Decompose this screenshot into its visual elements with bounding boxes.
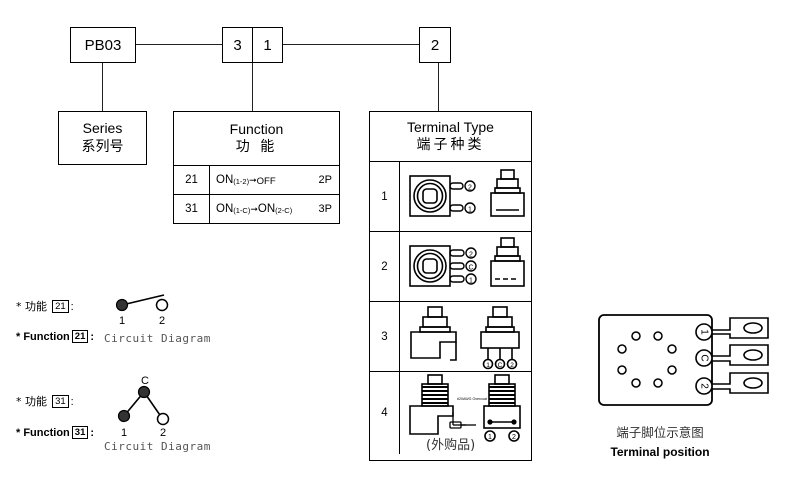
terminal-row-illustration: 2 C 1	[400, 232, 531, 301]
function-row-on-b: ON	[257, 203, 276, 215]
terminal-row-code: 1	[370, 162, 400, 231]
connector-function-to-terminal	[283, 44, 419, 46]
function-row-code: 31	[174, 195, 210, 223]
circuit-note-21-cn: * 功能 21:	[16, 298, 74, 314]
circuit-note-21-en-prefix: * Function	[16, 331, 70, 343]
circuit-note-31-en-prefix: * Function	[16, 427, 70, 439]
series-label-en: Series	[82, 120, 123, 136]
circuit-note-31-colon: :	[70, 396, 74, 408]
common-contact-label: C	[141, 375, 149, 387]
function-row-poles: 2P	[318, 174, 332, 186]
drop-line-series	[102, 63, 104, 111]
function-code-digit-1-value: 3	[233, 36, 242, 54]
function-code-digit-1: 3	[222, 27, 253, 63]
pin-label: 1	[486, 362, 490, 369]
function-table: Function 功 能 21 ON(1-2)➞OFF 2P 31 ON(1-C…	[173, 111, 340, 224]
pin-label: 1	[468, 207, 472, 214]
circuit-note-21-cn-prefix: * 功能	[16, 300, 47, 313]
function-row-on-a: ON	[216, 173, 234, 186]
terminal-position-caption-cn: 端子脚位示意图	[616, 425, 704, 440]
arrow-icon: ➞	[250, 204, 258, 214]
pin-label: C	[498, 362, 503, 369]
function-header-cn: 功 能	[235, 138, 278, 155]
circuit-note-31-en: * Function 31:	[16, 426, 94, 439]
table-row: 1 2 1	[370, 162, 531, 232]
function-code-digit-2: 1	[252, 27, 283, 63]
terminal-row-code: 3	[370, 302, 400, 371]
arrow-icon: ➞	[249, 174, 257, 185]
terminal-row-illustration: 1 C 2	[400, 302, 531, 371]
terminal-position-caption: 端子脚位示意图 Terminal position	[600, 422, 720, 459]
contact-label: 2	[159, 315, 165, 327]
terminal-header-en: Terminal Type	[407, 118, 494, 135]
function-row-on-a: ON	[216, 203, 234, 215]
terminal-position-caption-en: Terminal position	[610, 445, 710, 459]
circuit-note-31-colon-en: :	[90, 427, 95, 439]
circuit-diagram-31: C 1 2	[104, 372, 199, 444]
function-row-poles: 3P	[318, 203, 332, 215]
blade-label: 2	[699, 383, 710, 389]
table-row: 4 #20AWG Overcoat 1 2 (外购品)	[370, 372, 531, 454]
pin-label: 1	[488, 434, 492, 441]
function-header-en: Function	[229, 120, 284, 137]
circuit-caption-21: Circuit Diagram	[104, 332, 211, 345]
circuit-note-21-colon-en: :	[90, 331, 95, 343]
blade-label: 1	[699, 329, 710, 335]
terminal-header-cn: 端子种类	[416, 136, 485, 153]
circuit-note-31-cn: * 功能 31:	[16, 393, 74, 409]
terminal-code-box: 2	[419, 27, 451, 63]
table-row: 2 2 C 1	[370, 232, 531, 302]
terminal-row-illustration: 2 1	[400, 162, 531, 231]
circuit-note-31-cn-prefix: * 功能	[16, 395, 47, 408]
table-row: 31 ON(1-C)➞ON(2-C) 3P	[174, 195, 339, 223]
function-row-sub-a: (1-C)	[233, 206, 251, 215]
terminal-code-value: 2	[430, 36, 440, 54]
terminal-table-header: Terminal Type 端子种类	[370, 112, 531, 162]
contact-label: 1	[119, 315, 125, 327]
pin-label: C	[468, 265, 473, 272]
pin-label: 2	[512, 434, 516, 441]
terminal-row-illustration: #20AWG Overcoat 1 2 (外购品)	[400, 372, 531, 454]
terminal-position-diagram: 1 C 2	[596, 312, 771, 422]
circuit-note-21-colon: :	[70, 301, 74, 313]
circuit-note-31-code-en: 31	[71, 426, 89, 439]
circuit-note-21-code-en: 21	[71, 330, 89, 343]
table-row: 21 ON(1-2)➞OFF 2P	[174, 166, 339, 195]
function-row-sub-a: (1-2)	[233, 176, 250, 186]
function-row-sub-b: (2-C)	[275, 206, 293, 215]
series-code-box: PB03	[70, 27, 136, 63]
function-row-description: ON(1-2)➞OFF 2P	[210, 166, 339, 194]
contact-label: 2	[160, 427, 166, 439]
pin-label: 2	[468, 185, 472, 192]
connector-series-to-function	[136, 44, 222, 46]
pin-label: 1	[469, 278, 473, 285]
pin-label: 2	[469, 252, 473, 259]
pin-label: 2	[510, 362, 514, 369]
function-row-description: ON(1-C)➞ON(2-C) 3P	[210, 195, 339, 223]
series-description-box: Series 系列号	[58, 111, 147, 165]
circuit-note-21-code: 21	[52, 300, 69, 313]
drop-line-function	[252, 63, 254, 111]
series-code-value: PB03	[84, 36, 122, 54]
terminal-type-table: Terminal Type 端子种类 1 2 1 2 2 C 1 3 1 C 2…	[369, 111, 532, 461]
contact-label: 1	[121, 427, 127, 439]
blade-label: C	[699, 354, 710, 361]
circuit-note-31-code: 31	[52, 395, 69, 408]
table-row: 3 1 C 2	[370, 302, 531, 372]
circuit-note-21-en: * Function 21:	[16, 330, 94, 343]
circuit-caption-31: Circuit Diagram	[104, 440, 211, 453]
drop-line-terminal	[438, 63, 440, 111]
function-row-on-b: OFF	[256, 175, 276, 187]
wire-label: #20AWG Overcoat	[457, 397, 487, 401]
terminal-row-code: 4	[370, 372, 400, 454]
purchased-part-note: (外购品)	[426, 438, 476, 453]
diagram-canvas: PB03 3 1 2 Series 系列号 Function 功 能 21 ON…	[0, 0, 797, 503]
function-table-header: Function 功 能	[174, 112, 339, 166]
function-row-code: 21	[174, 166, 210, 194]
function-code-digit-2-value: 1	[263, 36, 272, 54]
terminal-row-code: 2	[370, 232, 400, 301]
series-label-cn: 系列号	[81, 139, 124, 155]
